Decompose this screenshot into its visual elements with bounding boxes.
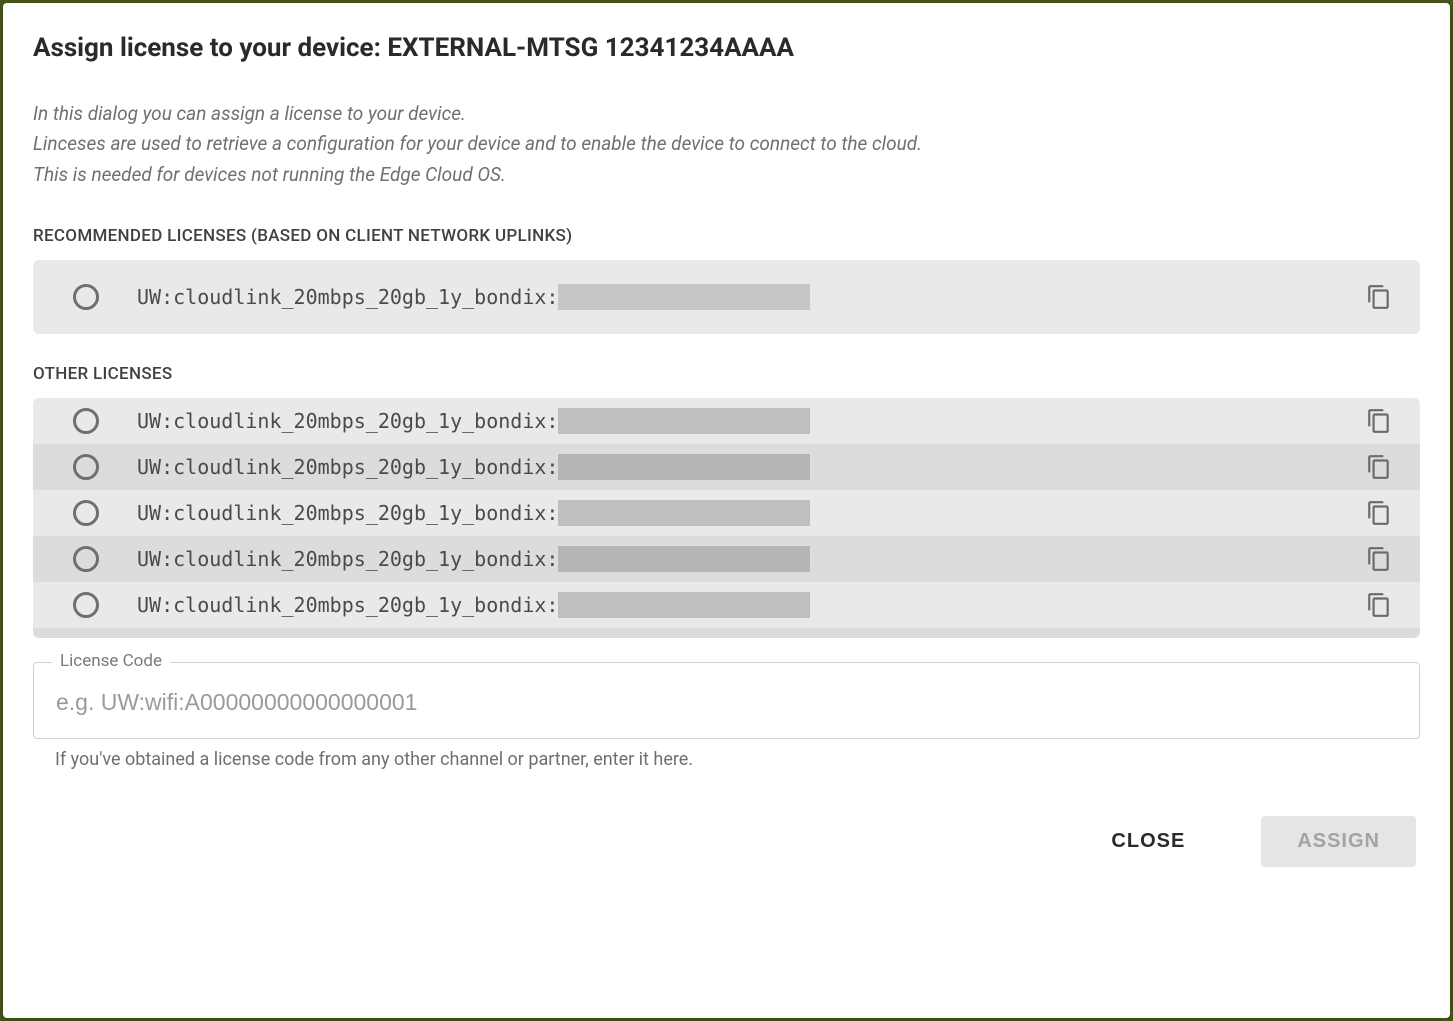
assign-button[interactable]: ASSIGN [1261,816,1416,867]
redacted-block [558,546,810,572]
dialog-description: In this dialog you can assign a license … [33,99,1420,190]
license-row[interactable]: UW:cloudlink_20mbps_20gb_1y_bondix: [33,398,1420,444]
license-row[interactable]: UW:cloudlink_20mbps_20gb_1y_bondix: [33,582,1420,628]
assign-license-dialog: Assign license to your device: EXTERNAL-… [3,3,1450,1018]
radio-unselected-icon[interactable] [73,284,99,310]
dialog-actions: CLOSE ASSIGN [33,816,1420,867]
license-label: UW:cloudlink_20mbps_20gb_1y_bondix: [137,593,558,617]
dialog-title: Assign license to your device: EXTERNAL-… [33,33,1420,63]
close-button[interactable]: CLOSE [1075,816,1221,867]
radio-unselected-icon[interactable] [73,500,99,526]
license-row[interactable]: UW:cloudlink_20mbps_20gb_1y_bondix: [33,490,1420,536]
license-label: UW:cloudlink_20mbps_20gb_1y_bondix: [137,285,558,309]
copy-icon[interactable] [1366,546,1392,572]
license-code-field[interactable]: License Code [33,662,1420,739]
license-label: UW:cloudlink_20mbps_20gb_1y_bondix: [137,501,558,525]
recommended-licenses-header: RECOMMENDED LICENSES (BASED ON CLIENT NE… [33,226,1420,246]
license-label: UW:cloudlink_20mbps_20gb_1y_bondix: [137,455,558,479]
copy-icon[interactable] [1366,284,1392,310]
radio-unselected-icon[interactable] [73,592,99,618]
license-row[interactable]: UW:cloudlink_20mbps_20gb_1y_bondix: [33,444,1420,490]
other-licenses-list: UW:cloudlink_20mbps_20gb_1y_bondix: UW:c… [33,398,1420,638]
radio-unselected-icon[interactable] [73,408,99,434]
license-code-help: If you've obtained a license code from a… [33,749,1420,770]
radio-unselected-icon[interactable] [73,546,99,572]
copy-icon[interactable] [1366,592,1392,618]
redacted-block [558,592,810,618]
redacted-block [558,408,810,434]
license-code-label: License Code [52,651,170,671]
redacted-block [558,500,810,526]
license-row[interactable] [33,628,1420,638]
recommended-licenses-list: UW:cloudlink_20mbps_20gb_1y_bondix: [33,260,1420,334]
copy-icon[interactable] [1366,500,1392,526]
redacted-block [558,454,810,480]
license-row[interactable]: UW:cloudlink_20mbps_20gb_1y_bondix: [33,536,1420,582]
copy-icon[interactable] [1366,454,1392,480]
license-row[interactable]: UW:cloudlink_20mbps_20gb_1y_bondix: [33,260,1420,334]
redacted-block [558,284,810,310]
license-label: UW:cloudlink_20mbps_20gb_1y_bondix: [137,547,558,571]
other-licenses-header: OTHER LICENSES [33,364,1420,384]
license-code-input[interactable] [56,689,1397,716]
license-label: UW:cloudlink_20mbps_20gb_1y_bondix: [137,409,558,433]
copy-icon[interactable] [1366,408,1392,434]
radio-unselected-icon[interactable] [73,454,99,480]
